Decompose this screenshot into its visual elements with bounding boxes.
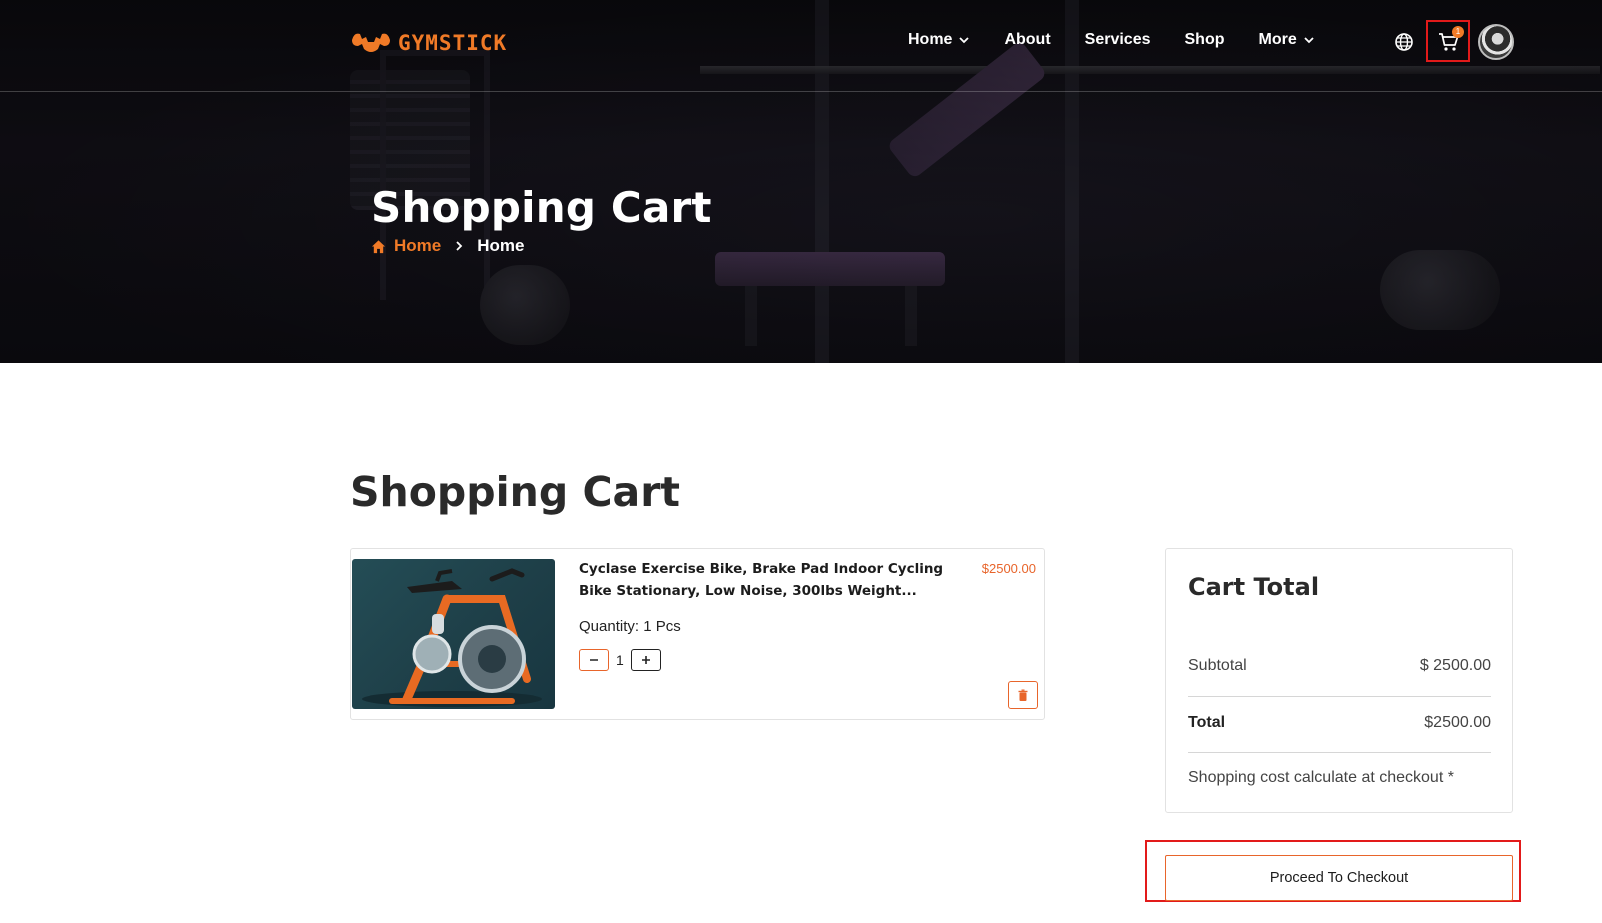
user-avatar[interactable] (1478, 24, 1514, 60)
quantity-stepper: 1 (579, 649, 661, 671)
page-title: Shopping Cart (350, 468, 681, 516)
nav-item-label: Shop (1184, 31, 1225, 48)
nav-icon-group: 1 (1390, 20, 1520, 64)
top-navbar: GYMSTICK Home About Services Shop More 1 (0, 0, 1602, 92)
trash-icon (1018, 689, 1028, 701)
brand-logo[interactable]: GYMSTICK (350, 28, 507, 58)
divider (1188, 752, 1491, 753)
chevron-down-icon (959, 37, 970, 44)
chevron-down-icon (1304, 37, 1314, 44)
shipping-note: Shopping cost calculate at checkout * (1188, 769, 1454, 786)
main-nav: Home About Services Shop More (908, 31, 1315, 49)
minus-icon (590, 659, 598, 661)
quantity-value: 1 (616, 652, 624, 668)
cart-button[interactable]: 1 (1426, 20, 1470, 62)
divider (1188, 696, 1491, 697)
subtotal-row: Subtotal $ 2500.00 (1188, 657, 1491, 675)
hero-banner: GYMSTICK Home About Services Shop More 1… (0, 0, 1602, 363)
nav-item-shop[interactable]: Shop (1185, 31, 1225, 49)
cart-total-panel: Cart Total Subtotal $ 2500.00 Total $250… (1165, 548, 1513, 813)
proceed-to-checkout-button[interactable]: Proceed To Checkout (1165, 855, 1513, 901)
exercise-bike-illustration (362, 568, 542, 707)
brand-name: GYMSTICK (398, 31, 508, 55)
cart-total-title: Cart Total (1188, 573, 1320, 601)
breadcrumb: Home Home (371, 236, 524, 256)
nav-item-home[interactable]: Home (908, 31, 970, 49)
increase-quantity-button[interactable] (630, 649, 661, 671)
nav-item-services[interactable]: Services (1085, 31, 1151, 49)
quantity-label: Quantity: 1 Pcs (579, 618, 681, 635)
nav-item-label: Services (1084, 31, 1151, 48)
nav-item-label: More (1258, 31, 1297, 48)
cart-item: Cyclase Exercise Bike, Brake Pad Indoor … (350, 548, 1045, 720)
breadcrumb-current: Home (477, 236, 525, 255)
product-image[interactable] (352, 559, 555, 709)
total-value: $2500.00 (1424, 714, 1491, 731)
nav-item-label: Home (908, 31, 953, 48)
chevron-right-icon (456, 241, 463, 251)
nav-item-label: About (1004, 31, 1051, 48)
nav-item-more[interactable]: More (1259, 31, 1315, 49)
plus-icon (641, 656, 650, 664)
decrease-quantity-button[interactable] (579, 649, 609, 671)
home-icon (371, 239, 386, 253)
total-label: Total (1188, 714, 1226, 731)
remove-item-button[interactable] (1008, 681, 1038, 709)
page-edge-artifact (1593, 822, 1599, 856)
cart-count-badge: 1 (1452, 26, 1464, 38)
subtotal-label: Subtotal (1188, 657, 1247, 674)
nav-item-about[interactable]: About (1004, 31, 1050, 49)
breadcrumb-home-link[interactable]: Home (394, 236, 441, 256)
hero-title: Shopping Cart (371, 183, 712, 232)
product-price: $2500.00 (981, 561, 1036, 576)
globe-icon[interactable] (1394, 32, 1414, 52)
total-row: Total $2500.00 (1188, 714, 1491, 732)
product-name[interactable]: Cyclase Exercise Bike, Brake Pad Indoor … (579, 558, 949, 602)
subtotal-value: $ 2500.00 (1419, 657, 1491, 674)
muscle-arms-icon (352, 33, 390, 52)
